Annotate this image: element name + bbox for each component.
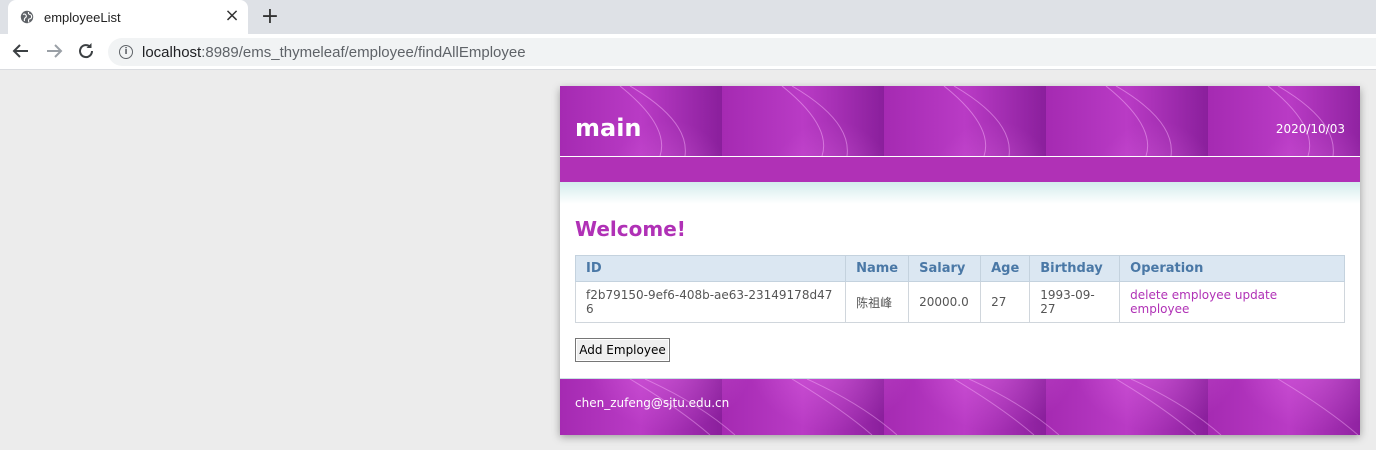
cell-age: 27 — [980, 281, 1031, 323]
url-host: localhost — [142, 44, 202, 61]
url-path: :8989/ems_thymeleaf/employee/findAllEmpl… — [201, 44, 526, 61]
nav-bar-fade — [560, 182, 1360, 204]
cell-id: f2b79150-9ef6-408b-ae63-23149178d476 — [574, 281, 847, 323]
table-row: f2b79150-9ef6-408b-ae63-23149178d476 陈祖峰… — [574, 281, 1345, 323]
column-header-id: ID — [574, 255, 847, 282]
header-banner: main 2020/10/03 — [560, 86, 1360, 156]
column-header-name: Name — [845, 255, 910, 282]
info-icon[interactable]: i — [119, 45, 133, 59]
page-title: main — [575, 114, 642, 142]
footer-banner: chen_zufeng@sjtu.edu.cn — [560, 378, 1360, 435]
cell-operation: delete employee update employee — [1119, 281, 1345, 323]
globe-icon — [20, 10, 34, 24]
cell-salary: 20000.0 — [908, 281, 982, 323]
browser-toolbar: i localhost:8989/ems_thymeleaf/employee/… — [0, 34, 1376, 70]
column-header-age: Age — [980, 255, 1031, 282]
cell-birthday: 1993-09-27 — [1029, 281, 1121, 323]
tab-strip: employeeList × + — [0, 0, 1376, 34]
employee-table: ID Name Salary Age Birthday Operation f2… — [574, 255, 1345, 323]
address-bar[interactable]: i localhost:8989/ems_thymeleaf/employee/… — [108, 38, 1376, 66]
table-header-row: ID Name Salary Age Birthday Operation — [574, 255, 1345, 282]
footer-email: chen_zufeng@sjtu.edu.cn — [575, 396, 730, 410]
welcome-heading: Welcome! — [575, 217, 686, 241]
reload-icon[interactable] — [74, 39, 98, 63]
back-arrow-icon[interactable] — [9, 39, 33, 63]
tab-title: employeeList — [44, 10, 121, 25]
plus-icon[interactable]: + — [258, 5, 282, 29]
column-header-salary: Salary — [908, 255, 982, 282]
browser-tab[interactable]: employeeList × — [8, 0, 248, 34]
close-icon[interactable]: × — [222, 6, 242, 26]
swirl-decoration — [619, 86, 1334, 156]
page-wrapper: main 2020/10/03 Welcome! ID Name Salary … — [560, 86, 1360, 435]
url-text[interactable]: localhost:8989/ems_thymeleaf/employee/fi… — [142, 44, 526, 61]
nav-bar — [560, 157, 1360, 182]
add-employee-button[interactable]: Add Employee — [575, 338, 670, 362]
cell-name: 陈祖峰 — [845, 281, 910, 323]
delete-employee-link[interactable]: delete employee — [1130, 288, 1231, 302]
page-date: 2020/10/03 — [1275, 122, 1345, 136]
forward-arrow-icon[interactable] — [42, 39, 66, 63]
column-header-operation: Operation — [1119, 255, 1345, 282]
column-header-birthday: Birthday — [1029, 255, 1121, 282]
